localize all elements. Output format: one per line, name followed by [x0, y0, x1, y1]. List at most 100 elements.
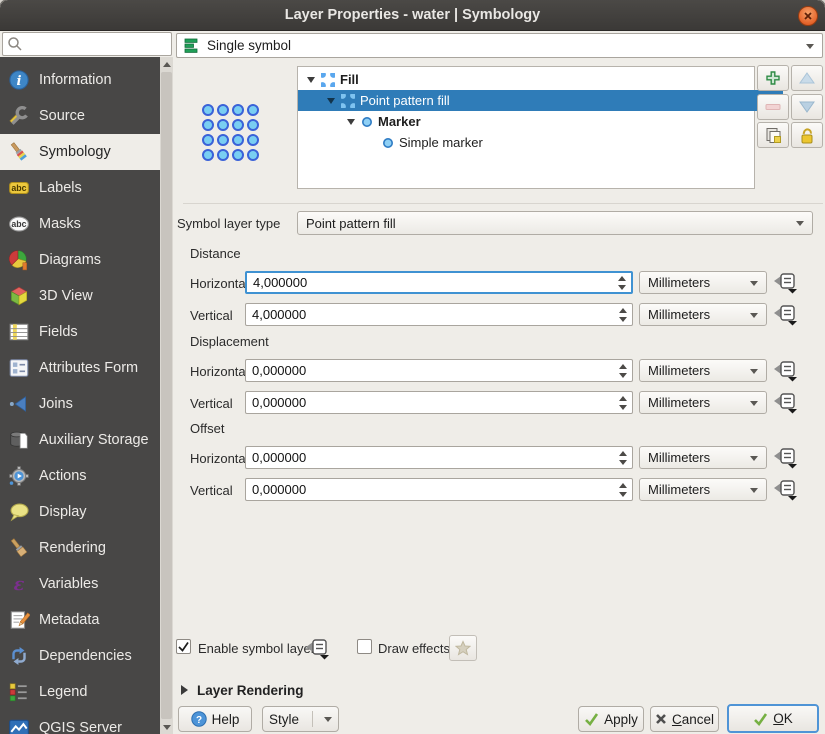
expander-icon[interactable]	[307, 77, 315, 83]
sidebar-item-metadata[interactable]: Metadata	[0, 602, 160, 638]
draw-effects-checkbox[interactable]	[357, 639, 372, 654]
expander-icon[interactable]	[327, 98, 335, 104]
move-down-button[interactable]	[791, 94, 823, 120]
sidebar-item-symbology[interactable]: Symbology	[0, 134, 160, 170]
data-defined-override-button[interactable]	[771, 446, 801, 470]
search-input[interactable]	[25, 33, 169, 57]
customize-effects-button[interactable]	[449, 635, 477, 661]
tree-row-point-pattern-fill[interactable]: Point pattern fill	[298, 90, 783, 111]
enable-symbol-layer-label: Enable symbol layer	[198, 641, 315, 656]
offset-vertical-unit-select[interactable]: Millimeters	[639, 478, 767, 501]
spinner[interactable]	[615, 273, 628, 292]
ok-button[interactable]: OK	[727, 704, 819, 733]
close-icon[interactable]	[798, 6, 818, 26]
displacement-vertical-value[interactable]	[246, 392, 632, 413]
help-button[interactable]: ? Help	[178, 706, 252, 732]
move-up-icon	[799, 71, 815, 85]
distance-vertical-input[interactable]	[245, 303, 633, 326]
expander-icon[interactable]	[347, 119, 355, 125]
svg-text:i: i	[16, 74, 21, 89]
window-title: Layer Properties - water | Symbology	[285, 7, 540, 23]
spinner[interactable]	[616, 392, 629, 413]
sidebar-item-information[interactable]: i Information	[0, 62, 160, 98]
distance-horizontal-value[interactable]	[247, 273, 631, 292]
sidebar-item-dependencies[interactable]: Dependencies	[0, 638, 160, 674]
auxiliary-storage-icon	[8, 429, 30, 451]
displacement-section-label: Displacement	[190, 334, 269, 349]
data-defined-override-button[interactable]	[771, 303, 801, 327]
data-defined-override-icon	[773, 360, 799, 382]
displacement-horizontal-unit-select[interactable]: Millimeters	[639, 359, 767, 382]
distance-vertical-value[interactable]	[246, 304, 632, 325]
tree-row-fill[interactable]: Fill	[298, 69, 763, 90]
sidebar-item-display[interactable]: Display	[0, 494, 160, 530]
joins-icon	[8, 393, 30, 415]
displacement-vertical-label: Vertical	[190, 396, 233, 411]
sidebar-item-masks[interactable]: abc Masks	[0, 206, 160, 242]
layer-rendering-expander-icon[interactable]	[181, 685, 188, 695]
pattern-fill-icon	[341, 94, 355, 108]
displacement-horizontal-value[interactable]	[246, 360, 632, 381]
sidebar-item-fields[interactable]: Fields	[0, 314, 160, 350]
move-up-button[interactable]	[791, 65, 823, 91]
sidebar-item-auxiliary-storage[interactable]: Auxiliary Storage	[0, 422, 160, 458]
symbol-preview	[202, 104, 262, 164]
sidebar-item-legend[interactable]: Legend	[0, 674, 160, 710]
star-icon	[455, 640, 471, 656]
offset-horizontal-unit-select[interactable]: Millimeters	[639, 446, 767, 469]
data-defined-override-button[interactable]	[771, 478, 801, 502]
data-defined-override-button[interactable]	[771, 359, 801, 383]
distance-horizontal-input[interactable]	[245, 271, 633, 294]
offset-vertical-input[interactable]	[245, 478, 633, 501]
renderer-value: Single symbol	[207, 38, 291, 53]
symbol-layer-type-select[interactable]: Point pattern fill	[297, 211, 813, 235]
sidebar-item-source[interactable]: Source	[0, 98, 160, 134]
sidebar-item-variables[interactable]: ε Variables	[0, 566, 160, 602]
data-defined-override-button[interactable]	[771, 271, 801, 295]
titlebar[interactable]: Layer Properties - water | Symbology	[0, 0, 825, 31]
displacement-horizontal-input[interactable]	[245, 359, 633, 382]
spinner[interactable]	[616, 304, 629, 325]
data-defined-override-icon	[773, 272, 799, 294]
scroll-up-icon[interactable]	[160, 57, 173, 71]
sidebar-item-attributes-form[interactable]: Attributes Form	[0, 350, 160, 386]
style-button[interactable]: Style	[262, 706, 339, 732]
enable-symbol-layer-checkbox[interactable]	[176, 639, 191, 654]
sidebar-item-actions[interactable]: Actions	[0, 458, 160, 494]
scroll-down-icon[interactable]	[160, 720, 173, 734]
sidebar-scrollbar[interactable]	[160, 57, 173, 734]
remove-symbol-layer-button[interactable]	[757, 94, 789, 120]
displacement-vertical-input[interactable]	[245, 391, 633, 414]
spinner[interactable]	[616, 479, 629, 500]
offset-horizontal-value[interactable]	[246, 447, 632, 468]
legend-icon	[8, 681, 30, 703]
distance-horizontal-unit-select[interactable]: Millimeters	[639, 271, 767, 294]
spinner[interactable]	[616, 447, 629, 468]
data-defined-override-button[interactable]	[771, 391, 801, 415]
sidebar-item-rendering[interactable]: Rendering	[0, 530, 160, 566]
displacement-vertical-unit-select[interactable]: Millimeters	[639, 391, 767, 414]
renderer-select[interactable]: Single symbol	[176, 33, 823, 58]
layer-rendering-label[interactable]: Layer Rendering	[197, 683, 304, 698]
pattern-fill-icon	[321, 73, 335, 87]
masks-icon: abc	[8, 213, 30, 235]
apply-button[interactable]: Apply	[578, 706, 644, 732]
add-symbol-layer-button[interactable]	[757, 65, 789, 91]
duplicate-symbol-layer-button[interactable]	[757, 122, 789, 148]
tree-row-simple-marker[interactable]: Simple marker	[298, 132, 825, 153]
sidebar-item-diagrams[interactable]: Diagrams	[0, 242, 160, 278]
scrollbar-thumb[interactable]	[161, 72, 172, 719]
sidebar-item-3d-view[interactable]: 3D View	[0, 278, 160, 314]
distance-vertical-unit-select[interactable]: Millimeters	[639, 303, 767, 326]
offset-horizontal-input[interactable]	[245, 446, 633, 469]
spinner[interactable]	[616, 360, 629, 381]
cancel-button[interactable]: Cancel	[650, 706, 719, 732]
sidebar-item-joins[interactable]: Joins	[0, 386, 160, 422]
tree-row-marker[interactable]: Marker	[298, 111, 803, 132]
data-defined-override-button[interactable]	[303, 637, 333, 661]
offset-vertical-value[interactable]	[246, 479, 632, 500]
sidebar-item-labels[interactable]: abc Labels	[0, 170, 160, 206]
sidebar-item-qgis-server[interactable]: QGIS Server	[0, 710, 160, 734]
lock-button[interactable]	[791, 122, 823, 148]
sidebar-search[interactable]	[2, 32, 172, 56]
